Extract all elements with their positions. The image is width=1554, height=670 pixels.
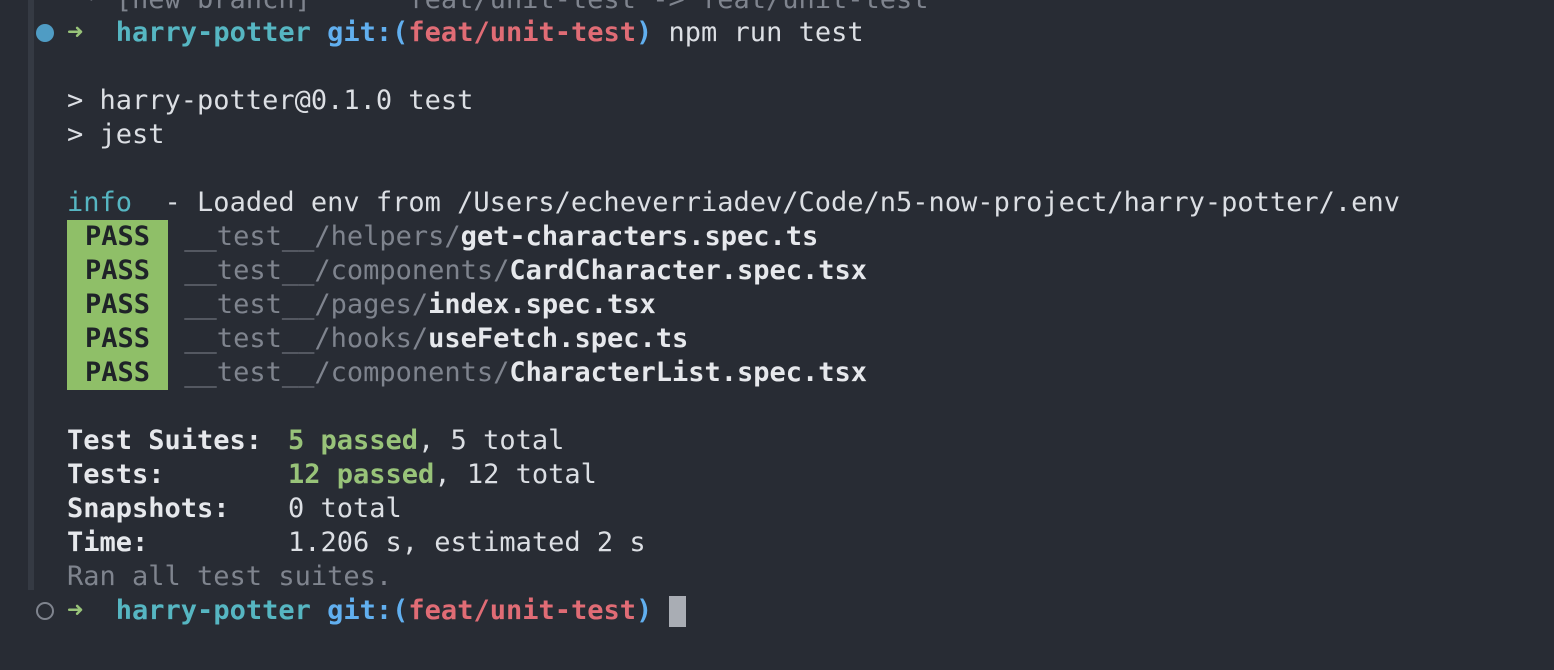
pass-badge: PASS xyxy=(67,220,169,254)
pass-badge: PASS xyxy=(67,322,169,356)
test-dir: __test__/components/ xyxy=(184,255,510,286)
test-file: CharacterList.spec.tsx xyxy=(509,357,868,388)
summary-label: Tests: xyxy=(67,459,165,490)
git-label: git: xyxy=(327,17,393,48)
summary-label: Test Suites: xyxy=(67,425,263,456)
summary-label: Snapshots: xyxy=(67,493,230,524)
test-result-row: PASS __test__/hooks/useFetch.spec.ts xyxy=(67,322,688,356)
test-file: useFetch.spec.ts xyxy=(428,323,689,354)
git-branch: feat/unit-test xyxy=(408,595,636,626)
prompt-line-1: ➜ harry-potter git:(feat/unit-test) npm … xyxy=(67,16,864,50)
summary-passed: 12 passed xyxy=(288,459,435,490)
pass-badge: PASS xyxy=(67,254,169,288)
test-result-row: PASS __test__/pages/index.spec.tsx xyxy=(67,288,656,322)
test-dir: __test__/hooks/ xyxy=(184,323,429,354)
previous-output-fragment: * [new branch] feat/unit-test -> feat/un… xyxy=(67,0,928,17)
prompt-arrow-icon: ➜ xyxy=(67,595,84,626)
command-text: npm run test xyxy=(668,17,864,48)
summary-value: 1.206 s, estimated 2 s xyxy=(288,527,646,558)
paren-close: ) xyxy=(636,17,653,48)
summary-passed: 5 passed xyxy=(288,425,419,456)
test-result-row: PASS __test__/helpers/get-characters.spe… xyxy=(67,220,818,254)
test-dir: __test__/components/ xyxy=(184,357,510,388)
terminal-input-cursor[interactable] xyxy=(668,596,686,627)
prompt-status-filled-dot-icon xyxy=(36,24,54,42)
test-dir: __test__/helpers/ xyxy=(184,221,461,252)
paren-close: ) xyxy=(636,595,653,626)
info-line: info - Loaded env from /Users/echeverria… xyxy=(67,186,1400,220)
npm-script-line: > jest xyxy=(67,119,165,150)
prompt-status-hollow-dot-icon xyxy=(36,602,54,620)
prompt-line-2: ➜ harry-potter git:(feat/unit-test) xyxy=(67,594,686,628)
prompt-directory: harry-potter xyxy=(115,595,311,626)
prompt-arrow-icon: ➜ xyxy=(67,17,84,48)
summary-snapshots: Snapshots: 0 total xyxy=(67,492,402,526)
npm-script-line: > harry-potter@0.1.0 test xyxy=(67,85,474,116)
paren-open: ( xyxy=(392,17,409,48)
test-dir: __test__/pages/ xyxy=(184,289,429,320)
summary-time: Time: 1.206 s, estimated 2 s xyxy=(67,526,646,560)
paren-open: ( xyxy=(392,595,409,626)
summary-tests: Tests: 12 passed, 12 total xyxy=(67,458,597,492)
pass-badge: PASS xyxy=(67,356,169,390)
prompt-directory: harry-potter xyxy=(115,17,311,48)
test-file: CardCharacter.spec.tsx xyxy=(509,255,868,286)
summary-total: , 12 total xyxy=(434,459,597,490)
git-label: git: xyxy=(327,595,393,626)
pass-badge: PASS xyxy=(67,288,169,322)
summary-suites: Test Suites: 5 passed, 5 total xyxy=(67,424,564,458)
test-result-row: PASS __test__/components/CardCharacter.s… xyxy=(67,254,867,288)
summary-label: Time: xyxy=(67,527,149,558)
info-message: - Loaded env from /Users/echeverriadev/C… xyxy=(132,187,1400,218)
test-result-row: PASS __test__/components/CharacterList.s… xyxy=(67,356,867,390)
ran-all-message: Ran all test suites. xyxy=(67,561,393,592)
terminal-gutter xyxy=(28,0,34,590)
git-branch: feat/unit-test xyxy=(408,17,636,48)
info-tag: info xyxy=(67,187,133,218)
summary-value: 0 total xyxy=(288,493,402,524)
summary-total: , 5 total xyxy=(418,425,565,456)
test-file: get-characters.spec.ts xyxy=(460,221,819,252)
test-file: index.spec.tsx xyxy=(428,289,656,320)
